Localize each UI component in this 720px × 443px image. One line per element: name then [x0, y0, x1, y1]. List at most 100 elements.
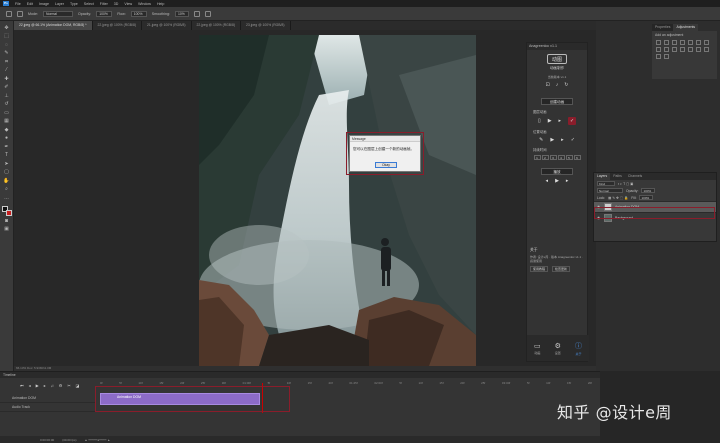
- color-balance-icon[interactable]: [704, 40, 709, 45]
- blur-tool-icon[interactable]: ◆: [3, 126, 11, 133]
- smoothing-field[interactable]: 10%: [174, 10, 189, 17]
- music-note-icon[interactable]: ♪: [556, 82, 559, 88]
- menu-help[interactable]: Help: [157, 2, 164, 6]
- menu-3d[interactable]: 3D: [114, 2, 119, 6]
- step-forward-icon-2[interactable]: ▸: [561, 137, 564, 143]
- menu-window[interactable]: Window: [138, 2, 151, 6]
- record-check-icon[interactable]: ✓: [568, 117, 577, 125]
- levels-icon[interactable]: [664, 40, 669, 45]
- fill-field[interactable]: 100%: [639, 195, 654, 200]
- play-icon-timeline[interactable]: ▶: [36, 383, 39, 388]
- menu-view[interactable]: View: [124, 2, 132, 6]
- color-swatches[interactable]: [1, 205, 12, 216]
- track-animation-dom[interactable]: Animation DOM: [0, 394, 96, 403]
- check-icon[interactable]: ✓: [571, 137, 575, 143]
- invert-icon[interactable]: [688, 47, 693, 52]
- tab-adjustments[interactable]: Adjustments: [673, 24, 699, 31]
- tab-layers[interactable]: Layers: [594, 173, 611, 180]
- update-link[interactable]: 检查更新: [552, 266, 571, 272]
- frame-icon[interactable]: ▯: [538, 118, 541, 124]
- menu-file[interactable]: File: [15, 2, 21, 6]
- forward-icon[interactable]: ▸: [566, 178, 569, 184]
- move-tool-icon[interactable]: ✥: [3, 24, 11, 31]
- mode-select[interactable]: Normal: [43, 10, 73, 17]
- rewind-icon[interactable]: ◂: [546, 178, 549, 184]
- healing-tool-icon[interactable]: ✚: [3, 75, 11, 82]
- pen-icon[interactable]: ✎: [539, 137, 543, 143]
- blend-mode-select[interactable]: Normal: [597, 188, 623, 193]
- tab-document-3[interactable]: 21.jpeg @ 100% (RGB/8): [142, 21, 192, 30]
- duration-option-4[interactable]: 4: [557, 155, 565, 160]
- lock-icons[interactable]: ▦ ✎ ✥ ⬚ 🔒: [608, 196, 628, 200]
- hand-tool-icon[interactable]: ✋: [3, 177, 11, 184]
- brush-tool-icon[interactable]: ✐: [3, 84, 11, 91]
- prev-frame-icon[interactable]: ◂: [29, 383, 31, 388]
- eyedropper-tool-icon[interactable]: ⁄: [3, 67, 11, 74]
- canvas-photo-waterfall[interactable]: [199, 35, 476, 366]
- bw-icon[interactable]: [656, 47, 661, 52]
- curves-icon[interactable]: [672, 40, 677, 45]
- lookup-icon[interactable]: [680, 47, 685, 52]
- play-icon-2[interactable]: ▶: [550, 137, 554, 143]
- duration-option-2[interactable]: 2: [541, 155, 549, 160]
- create-animation-button[interactable]: 创建动画: [541, 98, 573, 105]
- crop-tool-icon[interactable]: ⌗: [3, 58, 11, 65]
- tab-properties[interactable]: Properties: [652, 24, 673, 31]
- posterize-icon[interactable]: [696, 47, 701, 52]
- stamp-tool-icon[interactable]: ⊥: [3, 92, 11, 99]
- exposure-icon[interactable]: [680, 40, 685, 45]
- gradient-map-icon[interactable]: [656, 54, 661, 59]
- tab-document-1[interactable]: 22.jpeg @ 66.1% (Animation DOM, RGB/8) *: [14, 21, 93, 30]
- menu-select[interactable]: Select: [84, 2, 94, 6]
- tab-paths[interactable]: Paths: [610, 173, 625, 180]
- transition-icon[interactable]: ◪: [76, 383, 80, 388]
- symmetry-icon[interactable]: [204, 10, 211, 17]
- lasso-tool-icon[interactable]: ◌: [3, 41, 11, 48]
- background-color-swatch[interactable]: [5, 209, 12, 216]
- footer-item-settings[interactable]: ⚙ 设置: [555, 342, 561, 355]
- next-frame-icon[interactable]: ▸: [44, 383, 46, 388]
- tab-document-5[interactable]: 23.jpeg @ 100% (RGB/8): [241, 21, 291, 30]
- filter-icons[interactable]: ▪ ◐ T ▢ ▣: [618, 182, 633, 186]
- layer-opacity-field[interactable]: 100%: [641, 188, 656, 193]
- tab-document-2[interactable]: 22.jpeg @ 100% (RGB/8): [93, 21, 143, 30]
- duration-option-5[interactable]: 5: [565, 155, 573, 160]
- tab-channels[interactable]: Channels: [625, 173, 645, 180]
- split-icon[interactable]: ✂: [67, 383, 70, 388]
- flow-field[interactable]: 100%: [130, 10, 147, 17]
- first-frame-icon[interactable]: ⏮: [20, 383, 24, 388]
- menu-image[interactable]: Image: [39, 2, 49, 6]
- duration-option-1[interactable]: 1: [533, 155, 541, 160]
- tutorial-link[interactable]: 使用教程: [530, 266, 549, 272]
- play-icon-3[interactable]: ▶: [555, 178, 559, 184]
- step-forward-icon[interactable]: ▸: [559, 118, 562, 124]
- threshold-icon[interactable]: [704, 47, 709, 52]
- smoothing-settings-icon[interactable]: [193, 10, 200, 17]
- menu-type[interactable]: Type: [70, 2, 78, 6]
- brush-settings-icon[interactable]: [17, 10, 23, 17]
- kind-filter[interactable]: Kind: [597, 181, 615, 186]
- gradient-tool-icon[interactable]: ▦: [3, 118, 11, 125]
- tab-document-4[interactable]: 22.jpeg @ 100% (RGB/8): [192, 21, 242, 30]
- settings-icon[interactable]: ⚙: [59, 383, 63, 388]
- brush-preset-icon[interactable]: [6, 10, 12, 17]
- zoom-slider[interactable]: ▲ ━━━━━●━━━━ ▲: [85, 438, 111, 442]
- brightness-icon[interactable]: [656, 40, 661, 45]
- duration-option-6[interactable]: 6: [573, 155, 581, 160]
- vibrance-icon[interactable]: [688, 40, 693, 45]
- pen-tool-icon[interactable]: ✒: [3, 143, 11, 150]
- track-audio[interactable]: Audio Track: [0, 403, 96, 412]
- duration-option-3[interactable]: 3: [549, 155, 557, 160]
- photo-filter-icon[interactable]: [664, 47, 669, 52]
- audio-icon[interactable]: ♫: [51, 383, 54, 388]
- quick-mask-icon[interactable]: ◙: [3, 217, 11, 224]
- type-tool-icon[interactable]: T: [3, 152, 11, 159]
- marquee-tool-icon[interactable]: ⬚: [3, 33, 11, 40]
- crop-icon[interactable]: ⊡: [546, 82, 550, 88]
- selective-color-icon[interactable]: [664, 54, 669, 59]
- play-button[interactable]: 播放: [541, 168, 573, 175]
- opacity-field[interactable]: 100%: [96, 10, 113, 17]
- shape-tool-icon[interactable]: ▢: [3, 169, 11, 176]
- screen-mode-icon[interactable]: ▣: [3, 226, 11, 233]
- hue-icon[interactable]: [696, 40, 701, 45]
